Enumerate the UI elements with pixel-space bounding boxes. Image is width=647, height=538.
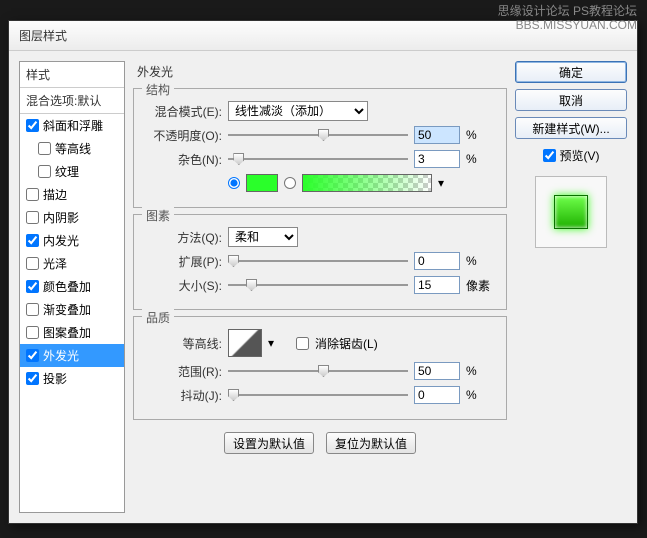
noise-input[interactable] xyxy=(414,150,460,168)
preview-box xyxy=(535,176,607,248)
style-item[interactable]: 光泽 xyxy=(20,252,124,275)
style-label: 内发光 xyxy=(43,232,79,249)
style-checkbox[interactable] xyxy=(38,142,51,155)
quality-group: 品质 等高线: ▾ 消除锯齿(L) 范围(R): % 抖动(J): xyxy=(133,316,507,420)
contour-label: 等高线: xyxy=(144,335,222,352)
ok-button[interactable]: 确定 xyxy=(515,61,627,83)
antialias-checkbox[interactable] xyxy=(296,337,309,350)
size-input[interactable] xyxy=(414,276,460,294)
style-checkbox[interactable] xyxy=(26,326,39,339)
style-item[interactable]: 斜面和浮雕 xyxy=(20,114,124,137)
jitter-input[interactable] xyxy=(414,386,460,404)
style-label: 颜色叠加 xyxy=(43,278,91,295)
chevron-down-icon[interactable]: ▾ xyxy=(438,176,444,190)
jitter-slider[interactable] xyxy=(228,387,408,403)
watermark: 思缘设计论坛 PS教程论坛 BBS.MISSYUAN.COM xyxy=(498,4,637,33)
style-label: 光泽 xyxy=(43,255,67,272)
chevron-down-icon[interactable]: ▾ xyxy=(268,336,274,350)
style-checkbox[interactable] xyxy=(26,234,39,247)
range-input[interactable] xyxy=(414,362,460,380)
technique-label: 方法(Q): xyxy=(144,229,222,246)
noise-label: 杂色(N): xyxy=(144,151,222,168)
blend-mode-select[interactable]: 线性减淡（添加） xyxy=(228,101,368,121)
style-item[interactable]: 渐变叠加 xyxy=(20,298,124,321)
style-item[interactable]: 内发光 xyxy=(20,229,124,252)
style-item[interactable]: 描边 xyxy=(20,183,124,206)
style-checkbox[interactable] xyxy=(26,119,39,132)
style-label: 描边 xyxy=(43,186,67,203)
reset-default-button[interactable]: 复位为默认值 xyxy=(326,432,416,454)
range-label: 范围(R): xyxy=(144,363,222,380)
style-checkbox[interactable] xyxy=(26,372,39,385)
style-label: 渐变叠加 xyxy=(43,301,91,318)
noise-slider[interactable] xyxy=(228,151,408,167)
spread-input[interactable] xyxy=(414,252,460,270)
make-default-button[interactable]: 设置为默认值 xyxy=(224,432,314,454)
color-swatch[interactable] xyxy=(246,174,278,192)
antialias-label: 消除锯齿(L) xyxy=(315,335,378,352)
spread-slider[interactable] xyxy=(228,253,408,269)
gradient-radio[interactable] xyxy=(284,177,296,189)
opacity-input[interactable] xyxy=(414,126,460,144)
style-label: 图案叠加 xyxy=(43,324,91,341)
blend-options-header[interactable]: 混合选项:默认 xyxy=(20,88,124,114)
blend-mode-label: 混合模式(E): xyxy=(144,103,222,120)
style-checkbox[interactable] xyxy=(26,188,39,201)
style-checkbox[interactable] xyxy=(26,257,39,270)
opacity-slider[interactable] xyxy=(228,127,408,143)
style-checkbox[interactable] xyxy=(26,280,39,293)
opacity-label: 不透明度(O): xyxy=(144,127,222,144)
style-label: 等高线 xyxy=(55,140,91,157)
styles-header[interactable]: 样式 xyxy=(20,62,124,88)
preview-swatch xyxy=(554,195,588,229)
technique-select[interactable]: 柔和 xyxy=(228,227,298,247)
new-style-button[interactable]: 新建样式(W)... xyxy=(515,117,627,139)
style-item[interactable]: 颜色叠加 xyxy=(20,275,124,298)
elements-group: 图素 方法(Q): 柔和 扩展(P): % 大小(S): 像素 xyxy=(133,214,507,310)
color-radio[interactable] xyxy=(228,177,240,189)
settings-panel: 外发光 结构 混合模式(E): 线性减淡（添加） 不透明度(O): % 杂色(N… xyxy=(133,61,507,513)
style-label: 外发光 xyxy=(43,347,79,364)
contour-picker[interactable] xyxy=(228,329,262,357)
style-item[interactable]: 投影 xyxy=(20,367,124,390)
style-checkbox[interactable] xyxy=(26,349,39,362)
spread-label: 扩展(P): xyxy=(144,253,222,270)
style-checkbox[interactable] xyxy=(26,303,39,316)
style-label: 斜面和浮雕 xyxy=(43,117,103,134)
preview-checkbox[interactable] xyxy=(543,149,556,162)
style-item[interactable]: 外发光 xyxy=(20,344,124,367)
panel-title: 外发光 xyxy=(133,61,507,82)
layer-style-dialog: 图层样式 样式 混合选项:默认 斜面和浮雕等高线纹理描边内阴影内发光光泽颜色叠加… xyxy=(8,20,638,524)
cancel-button[interactable]: 取消 xyxy=(515,89,627,111)
range-slider[interactable] xyxy=(228,363,408,379)
style-label: 内阴影 xyxy=(43,209,79,226)
size-slider[interactable] xyxy=(228,277,408,293)
style-item[interactable]: 纹理 xyxy=(20,160,124,183)
style-item[interactable]: 图案叠加 xyxy=(20,321,124,344)
preview-label: 预览(V) xyxy=(560,147,600,164)
structure-group: 结构 混合模式(E): 线性减淡（添加） 不透明度(O): % 杂色(N): % xyxy=(133,88,507,208)
style-checkbox[interactable] xyxy=(38,165,51,178)
jitter-label: 抖动(J): xyxy=(144,387,222,404)
styles-list: 样式 混合选项:默认 斜面和浮雕等高线纹理描边内阴影内发光光泽颜色叠加渐变叠加图… xyxy=(19,61,125,513)
action-panel: 确定 取消 新建样式(W)... 预览(V) xyxy=(515,61,627,513)
style-item[interactable]: 内阴影 xyxy=(20,206,124,229)
style-label: 投影 xyxy=(43,370,67,387)
style-item[interactable]: 等高线 xyxy=(20,137,124,160)
style-label: 纹理 xyxy=(55,163,79,180)
gradient-swatch[interactable] xyxy=(302,174,432,192)
size-label: 大小(S): xyxy=(144,277,222,294)
style-checkbox[interactable] xyxy=(26,211,39,224)
